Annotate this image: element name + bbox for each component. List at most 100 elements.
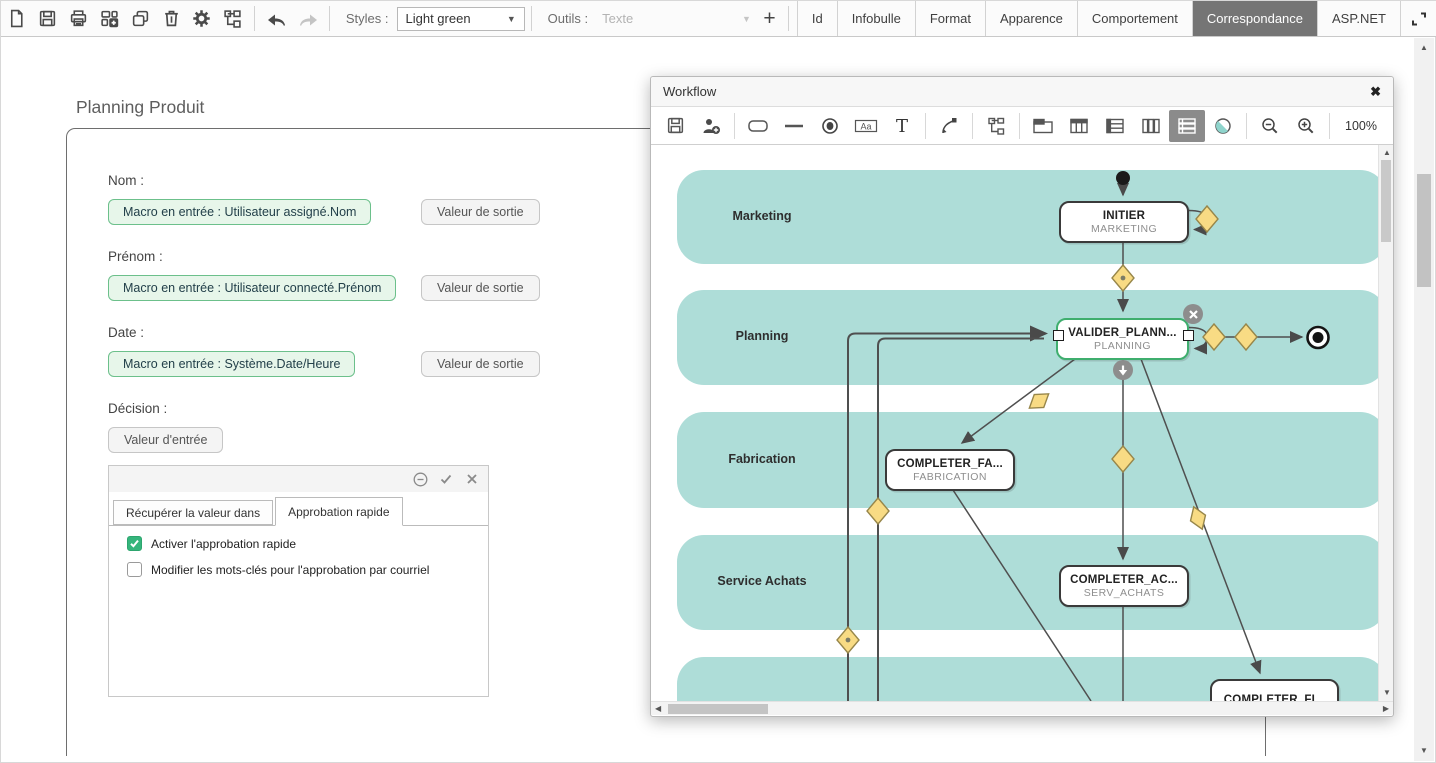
trash-icon — [162, 9, 181, 28]
workflow-diagram[interactable]: Marketing Planning Fabrication Service A… — [651, 145, 1393, 701]
selection-handle-left[interactable] — [1053, 330, 1064, 341]
start-event[interactable] — [1116, 171, 1130, 185]
close-window-button[interactable]: ✖ — [1370, 84, 1381, 100]
scroll-down-arrow[interactable]: ▼ — [1420, 747, 1428, 755]
macro-pill-prenom[interactable]: Macro en entrée : Utilisateur connecté.P… — [108, 275, 396, 301]
wf-horizontal-lanes-tool[interactable] — [1169, 110, 1205, 142]
valeur-entree-button[interactable]: Valeur d'entrée — [108, 427, 223, 453]
scroll-right-arrow[interactable]: ▶ — [1383, 705, 1389, 713]
wf-save-button[interactable] — [657, 110, 693, 142]
settings-button[interactable] — [187, 1, 218, 36]
confirm-button[interactable] — [438, 471, 454, 487]
scrollbar-thumb[interactable] — [1381, 160, 1391, 242]
hierarchy-button[interactable] — [217, 1, 248, 36]
print-button[interactable] — [63, 1, 94, 36]
collapse-button[interactable] — [412, 471, 428, 487]
workflow-toolbar: Aa T — [651, 107, 1393, 145]
add-tool-button[interactable]: + — [757, 1, 782, 36]
macro-pill-date[interactable]: Macro en entrée : Système.Date/Heure — [108, 351, 355, 377]
text-t-icon: T — [893, 116, 911, 136]
wf-end-node-tool[interactable] — [812, 110, 848, 142]
scrollbar-thumb[interactable] — [668, 704, 768, 714]
lane-label-planning: Planning — [677, 329, 847, 343]
connector-incoming-2[interactable] — [878, 339, 1044, 702]
wf-link-tool[interactable] — [776, 110, 812, 142]
tab-id[interactable]: Id — [797, 1, 837, 36]
tab-format[interactable]: Format — [915, 1, 985, 36]
close-icon — [1189, 310, 1198, 319]
wf-table-columns-tool[interactable] — [1061, 110, 1097, 142]
wf-vertical-lanes-tool[interactable] — [1133, 110, 1169, 142]
new-document-button[interactable] — [1, 1, 32, 36]
tab-infobulle[interactable]: Infobulle — [837, 1, 915, 36]
undo-button[interactable] — [261, 1, 292, 36]
checkbox-label: Modifier les mots-clés pour l'approbatio… — [151, 563, 429, 577]
macro-pill-nom[interactable]: Macro en entrée : Utilisateur assigné.No… — [108, 199, 371, 225]
scroll-up-arrow[interactable]: ▲ — [1420, 44, 1428, 52]
svg-text:T: T — [896, 116, 908, 136]
node-completer-achats[interactable]: COMPLETER_AC... SERV_ACHATS — [1059, 565, 1189, 607]
tab-correspondance[interactable]: Correspondance — [1192, 1, 1317, 36]
scrollbar-thumb[interactable] — [1417, 174, 1431, 287]
delete-button[interactable] — [156, 1, 187, 36]
tab-approbation-rapide[interactable]: Approbation rapide — [275, 497, 402, 526]
node-subtitle: SERV_ACHATS — [1084, 587, 1164, 599]
expand-node-badge[interactable] — [1113, 360, 1133, 380]
valeur-sortie-button-date[interactable]: Valeur de sortie — [421, 351, 540, 377]
workflow-titlebar[interactable]: Workflow ✖ — [651, 77, 1393, 107]
tab-aspnet[interactable]: ASP.NET — [1317, 1, 1400, 36]
wf-node-tool[interactable] — [740, 110, 776, 142]
org-chart-icon — [986, 116, 1006, 136]
diagram-horizontal-scrollbar[interactable]: ◀ ▶ — [651, 701, 1393, 715]
delete-node-badge[interactable] — [1183, 304, 1203, 324]
duplicate-button[interactable] — [125, 1, 156, 36]
node-completer-fi[interactable]: COMPLETER_FI... — [1210, 679, 1339, 701]
gateway-dot — [1121, 276, 1126, 281]
tab-recuperer-valeur[interactable]: Récupérer la valeur dans — [113, 500, 273, 525]
zoom-level: 100% — [1337, 119, 1385, 133]
node-valider-planning[interactable]: VALIDER_PLANN... PLANNING — [1056, 318, 1189, 360]
redo-button[interactable] — [292, 1, 323, 36]
wf-text-tool[interactable]: T — [884, 110, 920, 142]
wf-zoom-in-button[interactable] — [1288, 110, 1324, 142]
save-button[interactable] — [32, 1, 63, 36]
check-icon — [129, 538, 140, 549]
toolbar-separator — [788, 6, 789, 31]
line-icon — [783, 117, 805, 135]
styles-label: Styles : — [336, 1, 397, 36]
wf-table-rows-tool[interactable] — [1097, 110, 1133, 142]
scroll-left-arrow[interactable]: ◀ — [655, 705, 661, 713]
checkbox-row-modifier: Modifier les mots-clés pour l'approbatio… — [127, 562, 429, 577]
page-vertical-scrollbar[interactable]: ▲ ▼ — [1414, 38, 1434, 761]
valeur-sortie-button-nom[interactable]: Valeur de sortie — [421, 199, 540, 225]
checkbox-modifier-mots-cles[interactable] — [127, 562, 142, 577]
gateway-valider-fabrication[interactable] — [1025, 387, 1054, 414]
toolbar-separator — [734, 113, 735, 139]
wf-add-user-button[interactable] — [693, 110, 729, 142]
wf-zoom-out-button[interactable] — [1252, 110, 1288, 142]
node-subtitle: MARKETING — [1091, 223, 1157, 235]
add-widget-button[interactable] — [94, 1, 125, 36]
outils-select[interactable]: Texte ▼ — [596, 7, 757, 31]
wf-theme-tool[interactable] — [1205, 110, 1241, 142]
svg-text:Aa: Aa — [860, 121, 871, 131]
styles-select[interactable]: Light green ▼ — [397, 7, 525, 31]
wf-connector-tool[interactable] — [931, 110, 967, 142]
checkbox-activer-approbation[interactable] — [127, 536, 142, 551]
diagram-vertical-scrollbar[interactable]: ▲ ▼ — [1378, 145, 1393, 701]
gateway-dot — [846, 638, 851, 643]
tab-comportement[interactable]: Comportement — [1077, 1, 1192, 36]
expand-button[interactable] — [1400, 1, 1436, 36]
node-initier[interactable]: INITIER MARKETING — [1059, 201, 1189, 243]
wf-pool-tool[interactable] — [1025, 110, 1061, 142]
close-panel-button[interactable] — [464, 471, 480, 487]
scroll-down-arrow[interactable]: ▼ — [1383, 689, 1391, 697]
wf-org-chart-tool[interactable] — [978, 110, 1014, 142]
wf-label-tool[interactable]: Aa — [848, 110, 884, 142]
selection-handle-right[interactable] — [1183, 330, 1194, 341]
scroll-up-arrow[interactable]: ▲ — [1383, 149, 1391, 157]
valeur-sortie-button-prenom[interactable]: Valeur de sortie — [421, 275, 540, 301]
node-completer-fabrication[interactable]: COMPLETER_FA... FABRICATION — [885, 449, 1015, 491]
tab-apparence[interactable]: Apparence — [985, 1, 1077, 36]
new-document-icon — [7, 9, 26, 28]
